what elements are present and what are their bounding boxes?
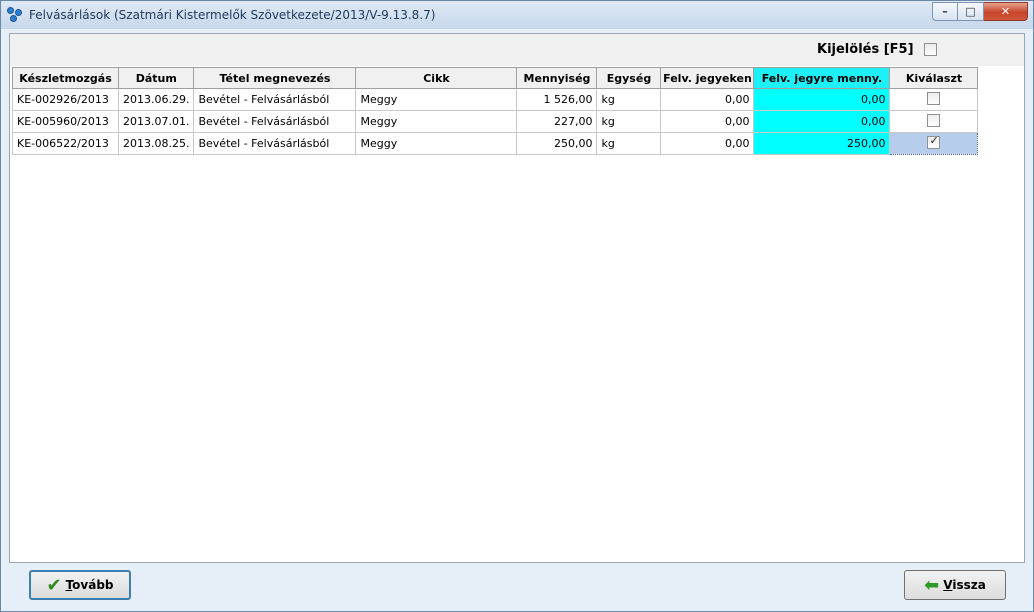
- cell-date[interactable]: 2013.06.29.: [117, 88, 195, 111]
- window-controls: – □ ✕: [932, 2, 1028, 21]
- col-header-movement[interactable]: Készletmozgás: [12, 67, 119, 89]
- table-row[interactable]: KE-006522/2013 2013.08.25. Bevétel - Felvá…: [12, 132, 979, 155]
- col-header-quantity[interactable]: Mennyiség: [516, 67, 598, 89]
- col-header-date[interactable]: Dátum: [117, 67, 195, 89]
- button-bar: ✔ Tovább ⬅ Vissza: [1, 563, 1033, 611]
- cell-article[interactable]: Meggy: [355, 110, 518, 133]
- cell-on-notes[interactable]: 0,00: [660, 110, 755, 133]
- content-panel: Kijelölés [F5] Készletmozgás Dátum Tétel…: [9, 33, 1025, 563]
- cell-date[interactable]: 2013.07.01.: [117, 110, 195, 133]
- cell-article[interactable]: Meggy: [355, 132, 518, 155]
- cell-movement[interactable]: KE-005960/2013: [12, 110, 119, 133]
- next-button-label: Tovább: [65, 578, 114, 592]
- cell-unit[interactable]: kg: [596, 88, 662, 111]
- toolbar: Kijelölés [F5]: [10, 34, 1024, 66]
- cell-quantity[interactable]: 1 526,00: [516, 88, 598, 111]
- row-select-checkbox[interactable]: [927, 91, 941, 105]
- row-select-checkbox[interactable]: [927, 113, 941, 127]
- select-all-label: Kijelölés [F5]: [817, 42, 914, 57]
- cell-to-note[interactable]: 0,00: [753, 110, 891, 133]
- purchases-grid: Készletmozgás Dátum Tétel megnevezés Cik…: [12, 67, 979, 155]
- cell-date[interactable]: 2013.08.25.: [117, 132, 195, 155]
- cell-item[interactable]: Bevétel - Felvásárlásból: [193, 132, 357, 155]
- cell-to-note[interactable]: 250,00: [753, 132, 891, 155]
- grid-header-row: Készletmozgás Dátum Tétel megnevezés Cik…: [12, 67, 979, 89]
- col-header-on-notes[interactable]: Felv. jegyeken: [660, 67, 755, 89]
- cell-on-notes[interactable]: 0,00: [660, 132, 755, 155]
- col-header-article[interactable]: Cikk: [355, 67, 518, 89]
- table-row[interactable]: KE-005960/2013 2013.07.01. Bevétel - Felvá…: [12, 110, 979, 133]
- col-header-select[interactable]: Kiválaszt: [889, 67, 979, 89]
- cell-to-note[interactable]: 0,00: [753, 88, 891, 111]
- maximize-button[interactable]: □: [958, 2, 984, 21]
- app-logo-icon: [7, 7, 23, 23]
- back-button-label: Vissza: [943, 578, 986, 592]
- close-button[interactable]: ✕: [984, 2, 1028, 21]
- cell-quantity[interactable]: 250,00: [516, 132, 598, 155]
- cell-item[interactable]: Bevétel - Felvásárlásból: [193, 88, 357, 111]
- cell-select[interactable]: [889, 132, 979, 155]
- cell-on-notes[interactable]: 0,00: [660, 88, 755, 111]
- back-button[interactable]: ⬅ Vissza: [904, 570, 1006, 600]
- checkmark-icon: ✔: [46, 574, 62, 596]
- next-button[interactable]: ✔ Tovább: [29, 570, 131, 600]
- title-bar[interactable]: Felvásárlások (Szatmári Kistermelők Szöv…: [1, 1, 1033, 29]
- col-header-unit[interactable]: Egység: [596, 67, 662, 89]
- cell-unit[interactable]: kg: [596, 110, 662, 133]
- row-select-checkbox[interactable]: [927, 134, 941, 149]
- col-header-item[interactable]: Tétel megnevezés: [193, 67, 357, 89]
- col-header-to-note[interactable]: Felv. jegyre menny.: [753, 67, 891, 89]
- cell-article[interactable]: Meggy: [355, 88, 518, 111]
- table-row[interactable]: KE-002926/2013 2013.06.29. Bevétel - Felvá…: [12, 88, 979, 111]
- back-arrow-icon: ⬅: [924, 574, 940, 596]
- cell-movement[interactable]: KE-002926/2013: [12, 88, 119, 111]
- cell-item[interactable]: Bevétel - Felvásárlásból: [193, 110, 357, 133]
- cell-quantity[interactable]: 227,00: [516, 110, 598, 133]
- cell-select[interactable]: [889, 110, 979, 133]
- window-title: Felvásárlások (Szatmári Kistermelők Szöv…: [29, 8, 436, 22]
- minimize-button[interactable]: –: [932, 2, 958, 21]
- select-all-checkbox[interactable]: [924, 43, 937, 59]
- cell-movement[interactable]: KE-006522/2013: [12, 132, 119, 155]
- cell-unit[interactable]: kg: [596, 132, 662, 155]
- main-window: Felvásárlások (Szatmári Kistermelők Szöv…: [0, 0, 1034, 612]
- cell-select[interactable]: [889, 88, 979, 111]
